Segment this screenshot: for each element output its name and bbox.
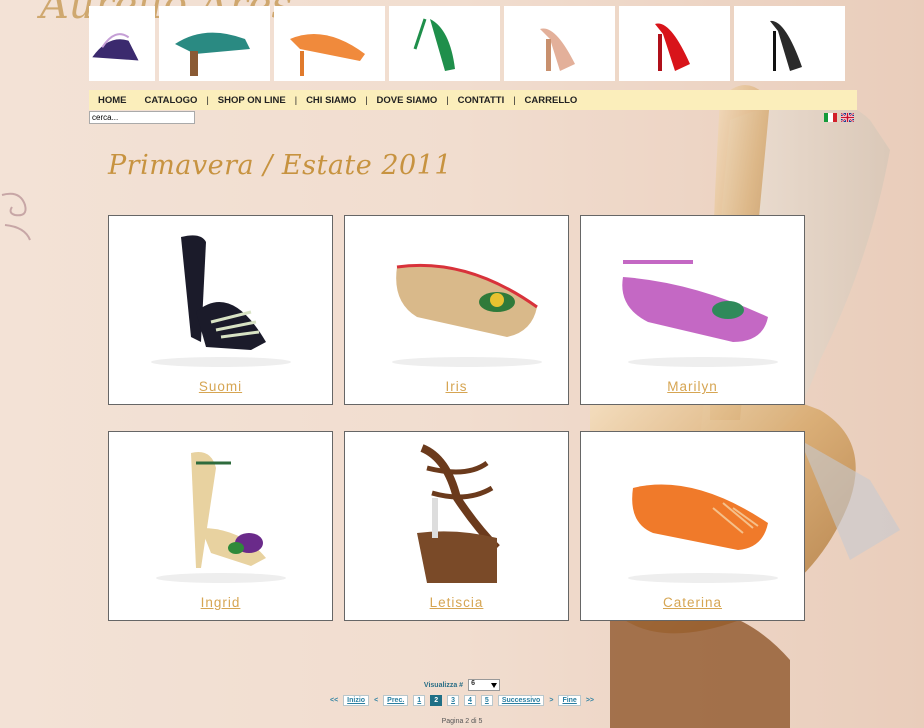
first-arrow: << bbox=[329, 697, 339, 704]
nav-item-shop-online[interactable]: SHOP ON LINE bbox=[209, 95, 295, 106]
strip-thumbnail[interactable] bbox=[619, 6, 730, 81]
next-arrow: > bbox=[549, 697, 554, 704]
nav-item-contatti[interactable]: CONTATTI bbox=[449, 95, 514, 106]
orange-sandal-icon bbox=[289, 33, 365, 76]
strip-thumbnail[interactable] bbox=[734, 6, 845, 81]
product-card[interactable]: Iris bbox=[344, 215, 569, 405]
nav-item-carrello[interactable]: CARRELLO bbox=[516, 95, 587, 106]
ankle-strap-flat-icon bbox=[622, 260, 778, 367]
prev-page-button[interactable]: Prec. bbox=[383, 695, 409, 706]
strip-thumbnail[interactable] bbox=[274, 6, 385, 81]
ballerina-flat-icon bbox=[392, 263, 542, 367]
nav-item-catalogo[interactable]: CATALOGO bbox=[136, 95, 207, 106]
nav-item-dove-siamo[interactable]: DOVE SIAMO bbox=[368, 95, 447, 106]
page-1-button[interactable]: 1 bbox=[413, 695, 426, 706]
swirl-ornament-icon bbox=[1, 192, 31, 241]
page-info: Pagina 2 di 5 bbox=[441, 718, 483, 725]
nav-item-chi-siamo[interactable]: CHI SIAMO bbox=[297, 95, 365, 106]
product-link[interactable]: Suomi bbox=[109, 379, 332, 394]
teal-heel-icon bbox=[174, 32, 250, 76]
wedge-sandal-icon bbox=[151, 235, 291, 367]
product-link[interactable]: Caterina bbox=[581, 595, 804, 610]
strip-thumbnail[interactable] bbox=[89, 6, 155, 81]
red-heel-icon bbox=[654, 23, 690, 71]
nude-platform-icon bbox=[539, 27, 575, 71]
per-page-select[interactable]: 6 bbox=[468, 679, 501, 691]
strip-thumbnail[interactable] bbox=[389, 6, 500, 81]
black-pump-icon bbox=[769, 20, 802, 71]
product-card[interactable]: Caterina bbox=[580, 431, 805, 621]
orange-flat-icon bbox=[628, 484, 778, 583]
language-selector bbox=[824, 113, 854, 122]
main-navigation: HOME CATALOGO | SHOP ON LINE | CHI SIAMO… bbox=[89, 90, 857, 110]
product-card[interactable]: Suomi bbox=[108, 215, 333, 405]
italian-flag-icon[interactable] bbox=[824, 113, 837, 122]
strappy-sandal-icon bbox=[92, 32, 139, 60]
page-4-button[interactable]: 4 bbox=[464, 695, 476, 706]
prev-arrow: < bbox=[374, 697, 379, 704]
product-card[interactable]: Ingrid bbox=[108, 431, 333, 621]
page-3-button[interactable]: 3 bbox=[447, 695, 459, 706]
pagination: << Inizio < Prec. 1 2 3 4 5 Successivo >… bbox=[0, 695, 924, 706]
per-page-control: Visualizza # 6 bbox=[0, 679, 924, 691]
per-page-label: Visualizza # bbox=[423, 681, 464, 689]
last-page-button[interactable]: Fine bbox=[558, 695, 581, 706]
page-5-button[interactable]: 5 bbox=[480, 695, 493, 706]
per-page-value: 6 bbox=[471, 680, 475, 687]
page-2-button[interactable]: 2 bbox=[430, 695, 443, 706]
page-title: Primavera / Estate 2011 bbox=[108, 150, 453, 181]
platform-sandal-icon bbox=[417, 444, 500, 583]
product-link[interactable]: Marilyn bbox=[581, 379, 804, 394]
uk-flag-icon[interactable] bbox=[841, 113, 854, 122]
product-link[interactable]: Letiscia bbox=[345, 595, 568, 610]
product-link[interactable]: Iris bbox=[345, 379, 568, 394]
stiletto-sandal-icon bbox=[156, 452, 286, 583]
search-input[interactable] bbox=[89, 111, 195, 124]
first-page-button[interactable]: Inizio bbox=[343, 695, 370, 706]
next-page-button[interactable]: Successivo bbox=[497, 695, 545, 706]
last-arrow: >> bbox=[585, 697, 595, 704]
strip-thumbnail[interactable] bbox=[159, 6, 270, 81]
green-heel-icon bbox=[413, 18, 455, 71]
nav-item-home[interactable]: HOME bbox=[89, 95, 136, 106]
featured-products-strip bbox=[89, 6, 857, 81]
strip-thumbnail[interactable] bbox=[504, 6, 615, 81]
product-card[interactable]: Marilyn bbox=[580, 215, 805, 405]
product-card[interactable]: Letiscia bbox=[344, 431, 569, 621]
product-link[interactable]: Ingrid bbox=[109, 595, 332, 610]
